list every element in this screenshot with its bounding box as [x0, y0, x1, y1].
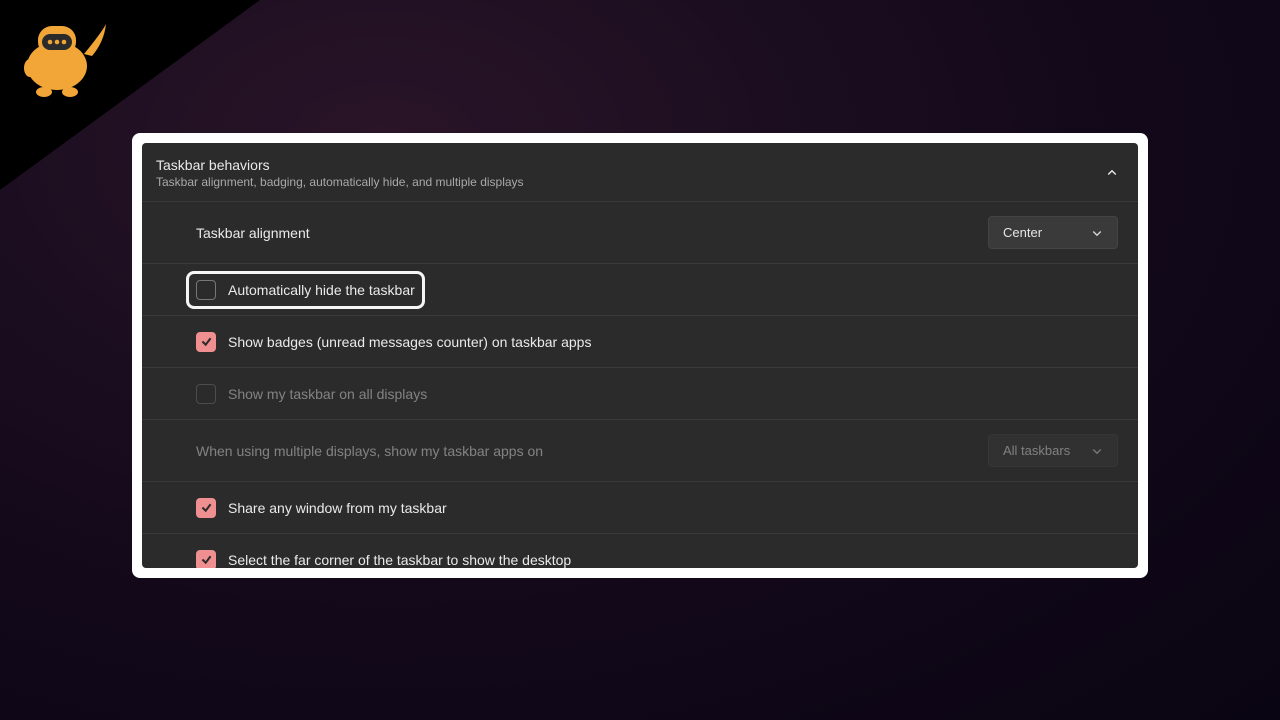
row-share-window[interactable]: Share any window from my taskbar [142, 481, 1138, 533]
mascot-logo [12, 8, 112, 108]
chevron-up-icon[interactable] [1106, 167, 1118, 179]
label-share-window: Share any window from my taskbar [228, 500, 447, 516]
checkbox-all-displays [196, 384, 216, 404]
checkbox-show-badges[interactable] [196, 332, 216, 352]
panel-header[interactable]: Taskbar behaviors Taskbar alignment, bad… [142, 143, 1138, 201]
label-auto-hide: Automatically hide the taskbar [228, 282, 415, 298]
row-auto-hide-taskbar[interactable]: Automatically hide the taskbar [142, 263, 1138, 315]
checkbox-auto-hide[interactable] [196, 280, 216, 300]
row-far-corner[interactable]: Select the far corner of the taskbar to … [142, 533, 1138, 568]
select-value: All taskbars [1003, 443, 1070, 458]
row-multi-display-apps: When using multiple displays, show my ta… [142, 419, 1138, 481]
label-far-corner: Select the far corner of the taskbar to … [228, 552, 571, 568]
label-multi-display: When using multiple displays, show my ta… [196, 443, 543, 459]
select-value: Center [1003, 225, 1042, 240]
select-multi-display: All taskbars [988, 434, 1118, 467]
panel-subtitle: Taskbar alignment, badging, automaticall… [156, 175, 524, 189]
chevron-down-icon [1091, 227, 1103, 239]
checkbox-share-window[interactable] [196, 498, 216, 518]
label-show-badges: Show badges (unread messages counter) on… [228, 334, 591, 350]
row-taskbar-alignment: Taskbar alignment Center [142, 201, 1138, 263]
taskbar-behaviors-panel: Taskbar behaviors Taskbar alignment, bad… [142, 143, 1138, 568]
check-icon [200, 553, 213, 566]
label-taskbar-alignment: Taskbar alignment [196, 225, 310, 241]
settings-card-frame: Taskbar behaviors Taskbar alignment, bad… [132, 133, 1148, 578]
checkbox-far-corner[interactable] [196, 550, 216, 569]
row-all-displays: Show my taskbar on all displays [142, 367, 1138, 419]
panel-title: Taskbar behaviors [156, 157, 524, 173]
chevron-down-icon [1091, 445, 1103, 457]
row-show-badges[interactable]: Show badges (unread messages counter) on… [142, 315, 1138, 367]
check-icon [200, 501, 213, 514]
check-icon [200, 335, 213, 348]
label-all-displays: Show my taskbar on all displays [228, 386, 427, 402]
select-taskbar-alignment[interactable]: Center [988, 216, 1118, 249]
